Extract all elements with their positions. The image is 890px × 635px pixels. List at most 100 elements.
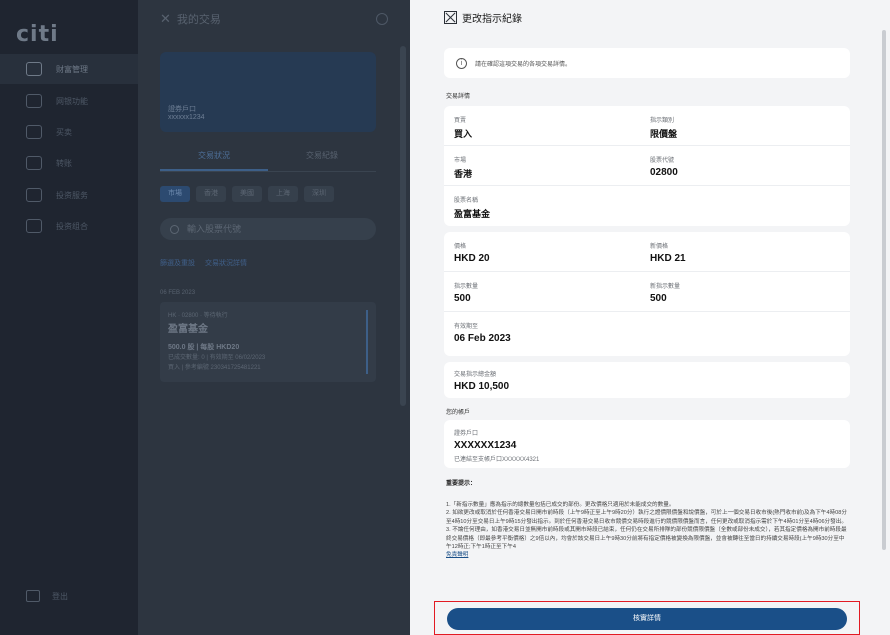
field-value: 500 — [650, 293, 667, 304]
valid-until-field: 有效期至 06 Feb 2023 — [454, 321, 511, 344]
notes-header: 重要提示： — [446, 481, 477, 487]
order-details-card: 買賣 買入 指示類別 限價盤 市場 香港 股票代號 02800 股票名稱 盈富基… — [444, 106, 850, 226]
close-icon[interactable] — [444, 11, 457, 24]
linked-account-note: 已連結至支帳戶口XXXXXX4321 — [454, 457, 540, 463]
important-notes: 重要提示： 1.「新指示數量」應為指示的總數量包括已成交的部份。更改價格只適用於… — [446, 478, 850, 560]
portfolio-icon — [26, 219, 42, 233]
order-reference: 買入 | 參考編號 230341725481221 — [168, 365, 261, 371]
securities-account-field: 證券戶口 XXXXXX1234 已連結至支帳戶口XXXXXX4321 — [454, 428, 539, 463]
tab-trade-status[interactable]: 交易狀況 — [160, 150, 268, 171]
field-label: 股票名稱 — [454, 198, 479, 204]
order-stock-name: 盈富基金 — [168, 324, 208, 335]
stock-code-field: 股票代號 02800 — [650, 155, 678, 178]
market-chip-hk[interactable]: 香港 — [196, 186, 226, 202]
verify-details-button[interactable]: 核實詳情 — [447, 608, 847, 630]
info-text: 請在確認這項交易的各項交易詳情。 — [475, 61, 572, 68]
field-value: HKD 10,500 — [454, 381, 510, 392]
stock-name-field: 股票名稱 盈富基金 — [454, 195, 490, 220]
field-value: 06 Feb 2023 — [454, 333, 511, 344]
order-status: 已成交數量: 0 | 有效期至 06/02/2023 — [168, 355, 266, 361]
status-details-link[interactable]: 交易狀況詳情 — [205, 258, 247, 268]
nav-item-online-banking[interactable]: 网银功能 — [0, 86, 138, 116]
nav-item-portfolio[interactable]: 投资组合 — [0, 211, 138, 241]
account-card-number: xxxxxx1234 — [168, 114, 205, 121]
market-filter: 市場 香港 美國 上海 深圳 — [160, 186, 334, 202]
info-icon: i — [456, 57, 467, 69]
my-trades-panel: ✕ 我的交易 證券戶口 xxxxxx1234 交易狀況 交易紀錄 市場 香港 美… — [138, 0, 410, 635]
tab-trade-history[interactable]: 交易紀錄 — [268, 150, 376, 171]
note-3: 3. 不論任何理由，如香港交易日並無開市前時段或其開市時段已結束，任何仍在交易所… — [446, 527, 847, 551]
chart-icon — [26, 62, 42, 76]
bank-icon — [26, 94, 42, 108]
new-quantity-field: 新指示數量 500 — [650, 281, 680, 304]
total-amount-card: 交易指示總金額 HKD 10,500 — [444, 362, 850, 398]
nav-item-label: 财富管理 — [56, 64, 88, 74]
side-nav: citi 财富管理 网银功能 买卖 转账 投资服务 投资组合 登出 — [0, 0, 138, 635]
nav-item-transfer[interactable]: 转账 — [0, 148, 138, 178]
trade-tabs: 交易狀況 交易紀錄 — [160, 150, 376, 172]
refresh-icon[interactable] — [376, 13, 388, 25]
details-row: 股票名稱 盈富基金 — [444, 186, 850, 226]
market-chip-shenzhen[interactable]: 深圳 — [304, 186, 334, 202]
field-label: 價格 — [454, 244, 467, 250]
action-field: 買賣 買入 — [454, 115, 472, 140]
new-price-field: 新價格 HKD 21 — [650, 241, 686, 264]
field-label: 股票代號 — [650, 158, 675, 164]
field-label: 新指示數量 — [650, 284, 681, 290]
quantity-field: 指示數量 500 — [454, 281, 478, 304]
field-value: HKD 21 — [650, 253, 686, 264]
scrollbar-thumb[interactable] — [882, 30, 886, 550]
field-label: 買賣 — [454, 118, 467, 124]
field-label: 市場 — [454, 158, 467, 164]
section-trade-details: 交易詳情 — [446, 94, 471, 100]
filter-reset-link[interactable]: 篩選及重設 — [160, 258, 195, 268]
account-card-label: 證券戶口 — [168, 106, 196, 113]
market-chip-all[interactable]: 市場 — [160, 186, 190, 202]
logout-button[interactable]: 登出 — [26, 590, 68, 602]
section-your-account: 您的帳戶 — [446, 410, 471, 416]
nav-item-wealth[interactable]: 财富管理 — [0, 54, 138, 84]
nav-item-label: 投资组合 — [56, 221, 88, 231]
nav-item-trade[interactable]: 买卖 — [0, 117, 138, 147]
field-value: 盈富基金 — [454, 209, 491, 219]
panel-header: 更改指示紀錄 — [444, 10, 522, 25]
nav-item-label: 转账 — [56, 158, 72, 168]
field-value: 買入 — [454, 129, 473, 139]
market-field: 市場 香港 — [454, 155, 472, 180]
field-value: 限價盤 — [650, 129, 678, 139]
order-type-field: 指示類別 限價盤 — [650, 115, 677, 140]
search-icon — [170, 224, 179, 234]
stock-search-input[interactable] — [187, 224, 357, 234]
order-selected-bar — [366, 310, 368, 374]
nav-item-label: 网银功能 — [56, 96, 88, 106]
order-qty-price: 500.0 股 | 每股 HKD20 — [168, 344, 240, 351]
market-chip-us[interactable]: 美國 — [232, 186, 262, 202]
transfer-icon — [26, 156, 42, 170]
trade-icon — [26, 125, 42, 139]
citi-logo: citi — [16, 22, 59, 47]
amend-order-panel: 更改指示紀錄 i 請在確認這項交易的各項交易詳情。 交易詳情 買賣 買入 指示類… — [410, 0, 890, 635]
account-details-card: 證券戶口 XXXXXX1234 已連結至支帳戶口XXXXXX4321 — [444, 420, 850, 468]
order-card[interactable]: HK · 02800 · 等待執行 盈富基金 500.0 股 | 每股 HKD2… — [160, 302, 376, 382]
field-value: HKD 20 — [454, 253, 490, 264]
info-banner: i 請在確認這項交易的各項交易詳情。 — [444, 48, 850, 78]
market-chip-shanghai[interactable]: 上海 — [268, 186, 298, 202]
details-row: 有效期至 06 Feb 2023 — [444, 312, 850, 356]
cta-highlight: 核實詳情 — [434, 601, 860, 635]
close-icon[interactable]: ✕ — [160, 11, 171, 27]
field-value: 02800 — [650, 167, 678, 178]
disclaimer-link[interactable]: 免責聲明 — [446, 552, 468, 558]
account-card[interactable]: 證券戶口 xxxxxx1234 — [160, 52, 376, 132]
price-field: 價格 HKD 20 — [454, 241, 490, 264]
order-code: HK · 02800 · 等待執行 — [168, 313, 228, 319]
field-label: 新價格 — [650, 244, 669, 250]
logout-icon — [26, 590, 40, 602]
panel-scrollbar[interactable] — [878, 0, 890, 635]
my-trades-title: 我的交易 — [176, 14, 221, 26]
date-header: 06 FEB 2023 — [160, 290, 196, 296]
middle-scrollbar[interactable] — [400, 46, 406, 406]
nav-item-investment-services[interactable]: 投资服务 — [0, 180, 138, 210]
note-2: 2. 如欲更改或取消於任何香港交易日開市前時段（上午9時正至上午9時20分）執行… — [446, 510, 847, 525]
field-label: 有效期至 — [454, 324, 479, 330]
price-quantity-card: 價格 HKD 20 新價格 HKD 21 指示數量 500 新指示數量 500 … — [444, 232, 850, 356]
